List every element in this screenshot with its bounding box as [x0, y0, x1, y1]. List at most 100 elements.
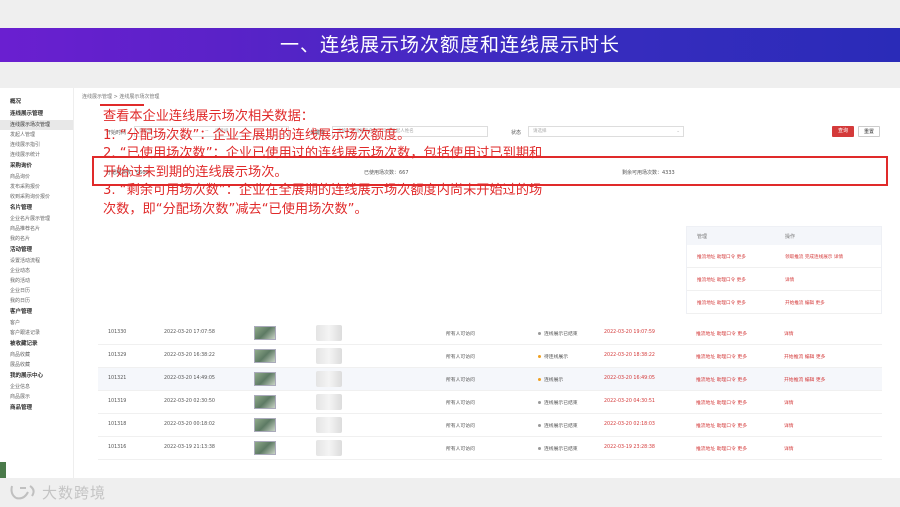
sidebar-group-head[interactable]: 活动管理 [0, 244, 73, 256]
table-row[interactable]: 101319 2022-03-20 02:30:50 所有人可访问 连线展示已结束 20… [98, 391, 882, 414]
sidebar-group-head[interactable]: 我的展示中心 [0, 370, 73, 382]
reset-button[interactable]: 重置 [858, 126, 880, 137]
sidebar-group-head[interactable]: 概况 [0, 96, 73, 108]
manage-links[interactable]: 推流地址 助理口令 更多 [696, 376, 747, 383]
sidebar-item[interactable]: 发起人管理 [0, 130, 73, 140]
sidebar-item[interactable]: 企业动态 [0, 266, 73, 276]
sidebar-item[interactable]: 商品展示 [0, 392, 73, 402]
manage-links[interactable]: 推流地址 助理口令 更多 [697, 254, 746, 260]
manage-links[interactable]: 推流地址 助理口令 更多 [696, 422, 747, 429]
cover-thumbnail [254, 372, 276, 386]
side-tab[interactable] [0, 462, 6, 478]
sidebar-group-head[interactable]: 客户管理 [0, 306, 73, 318]
status-dot [538, 378, 541, 381]
sidebar-item[interactable]: 连线展示统计 [0, 150, 73, 160]
action-links[interactable]: 开始推流 编辑 更多 [784, 353, 825, 360]
ops-head-manage: 管理 [697, 234, 708, 240]
action-links[interactable]: 详情 [784, 445, 794, 452]
search-button[interactable]: 查询 [832, 126, 854, 137]
session-id: 101316 [108, 445, 127, 450]
brand-logo-icon [8, 482, 40, 502]
table-row[interactable]: 101321 2022-03-20 14:49:05 所有人可访问 连线展示 2022-… [98, 368, 882, 391]
manage-links[interactable]: 推流地址 助理口令 更多 [697, 277, 746, 283]
blurred-name [316, 417, 342, 433]
sidebar-item[interactable]: 连线展示场次管理 [0, 120, 73, 130]
table-row[interactable]: 101316 2022-03-19 21:13:38 所有人可访问 连线展示已结束 20… [98, 437, 882, 460]
action-links[interactable]: 详情 [784, 399, 794, 406]
created-time: 2022-03-20 17:07:58 [164, 330, 215, 335]
sidebar-item[interactable]: 企业日历 [0, 286, 73, 296]
action-links[interactable]: 详情 [784, 330, 794, 337]
manage-links[interactable]: 推流地址 助理口令 更多 [697, 300, 746, 306]
ops-header: 管理 操作 [687, 227, 881, 245]
manage-links[interactable]: 推流地址 助理口令 更多 [696, 353, 747, 360]
table-row[interactable]: 101330 2022-03-20 17:07:58 所有人可访问 连线展示已结束 20… [98, 322, 882, 345]
brand-name: 大数跨境 [42, 484, 107, 502]
status-text: 待连线展示 [544, 355, 568, 360]
footer: 大数跨境 [0, 478, 900, 507]
cover-thumbnail [254, 395, 276, 409]
action-links[interactable]: 详情 [785, 277, 794, 283]
status-text: 连线展示已结束 [544, 401, 578, 406]
blurred-name [316, 394, 342, 410]
created-time: 2022-03-20 00:18:02 [164, 422, 215, 427]
sidebar-item[interactable]: 企业信息 [0, 382, 73, 392]
sidebar-item[interactable]: 客户 [0, 318, 73, 328]
created-time: 2022-03-20 16:38:22 [164, 353, 215, 358]
session-time: 2022-03-20 04:30:51 [604, 399, 655, 404]
session-id: 101329 [108, 353, 127, 358]
cover-thumbnail [254, 418, 276, 432]
ops-row: 推流地址 助理口令 更多 领取推流 完成连线展示 详情 [687, 245, 881, 268]
sidebar-group-head[interactable]: 商品管理 [0, 402, 73, 414]
session-time: 2022-03-19 23:28:38 [604, 445, 655, 450]
session-time: 2022-03-20 19:07:59 [604, 330, 655, 335]
sidebar-item[interactable]: 展品收藏 [0, 360, 73, 370]
cover-thumbnail [254, 326, 276, 340]
breadcrumb[interactable]: 连线展示管理 > 连线展示场次管理 [82, 93, 159, 100]
sidebar-group-head[interactable]: 名片管理 [0, 202, 73, 214]
session-id: 101330 [108, 330, 127, 335]
cover-thumbnail [254, 349, 276, 363]
sidebar-item[interactable]: 我的名片 [0, 234, 73, 244]
blurred-name [316, 348, 342, 364]
slide-title: 一、连线展示场次额度和连线展示时长 [279, 34, 620, 56]
note-line-6: 次数，即“分配场次数”减去“已使用场次数”。 [103, 201, 368, 217]
visibility: 所有人可访问 [446, 378, 475, 383]
sidebar-group-head[interactable]: 采购询价 [0, 160, 73, 172]
sidebar-item[interactable]: 我的日历 [0, 296, 73, 306]
manage-links[interactable]: 推流地址 助理口令 更多 [696, 399, 747, 406]
session-id: 101321 [108, 376, 127, 381]
table-row[interactable]: 101318 2022-03-20 00:18:02 所有人可访问 连线展示已结束 20… [98, 414, 882, 437]
manage-links[interactable]: 推流地址 助理口令 更多 [696, 330, 747, 337]
table-row[interactable]: 101329 2022-03-20 16:38:22 所有人可访问 待连线展示 2022… [98, 345, 882, 368]
sidebar-group-head[interactable]: 被收藏记录 [0, 338, 73, 350]
action-links[interactable]: 领取推流 完成连线展示 详情 [785, 254, 843, 260]
note-line-2: 1. “分配场次数”：企业全展期的连线展示场次额度。 [103, 127, 411, 143]
sidebar-item[interactable]: 企业名片展示管理 [0, 214, 73, 224]
note-line-3: 2. “已使用场次数”：企业已使用过的连线展示场次数，包括使用过已到期和 [103, 146, 543, 162]
status-text: 连线展示已结束 [544, 332, 578, 337]
sidebar-item[interactable]: 我的活动 [0, 276, 73, 286]
session-time: 2022-03-20 18:38:22 [604, 353, 655, 358]
status-text: 连线展示已结束 [544, 424, 578, 429]
sidebar-group-head[interactable]: 连线展示管理 [0, 108, 73, 120]
status-badge: 连线展示 [538, 376, 563, 383]
status-text: 连线展示已结束 [544, 447, 578, 452]
sidebar-item[interactable]: 连线展示指引 [0, 140, 73, 150]
manage-links[interactable]: 推流地址 助理口令 更多 [696, 445, 747, 452]
sidebar-item[interactable]: 商品推荐名片 [0, 224, 73, 234]
action-links[interactable]: 开始推流 编辑 更多 [784, 376, 825, 383]
sidebar-item[interactable]: 设置活动流程 [0, 256, 73, 266]
annotation-notes: 查看本企业连线展示场次相关数据： 1. “分配场次数”：企业全展期的连线展示场次… [103, 108, 693, 220]
action-links[interactable]: 详情 [784, 422, 794, 429]
action-links[interactable]: 开始推流 编辑 更多 [785, 300, 825, 306]
blurred-name [316, 440, 342, 456]
status-badge: 连线展示已结束 [538, 399, 578, 406]
sidebar-item[interactable]: 收到采购询价报价 [0, 192, 73, 202]
sidebar-item[interactable]: 商品收藏 [0, 350, 73, 360]
status-dot [538, 332, 541, 335]
sidebar-item[interactable]: 客户跟进记录 [0, 328, 73, 338]
sidebar-item[interactable]: 发布采购报价 [0, 182, 73, 192]
sidebar-item[interactable]: 商品询价 [0, 172, 73, 182]
created-time: 2022-03-20 02:30:50 [164, 399, 215, 404]
